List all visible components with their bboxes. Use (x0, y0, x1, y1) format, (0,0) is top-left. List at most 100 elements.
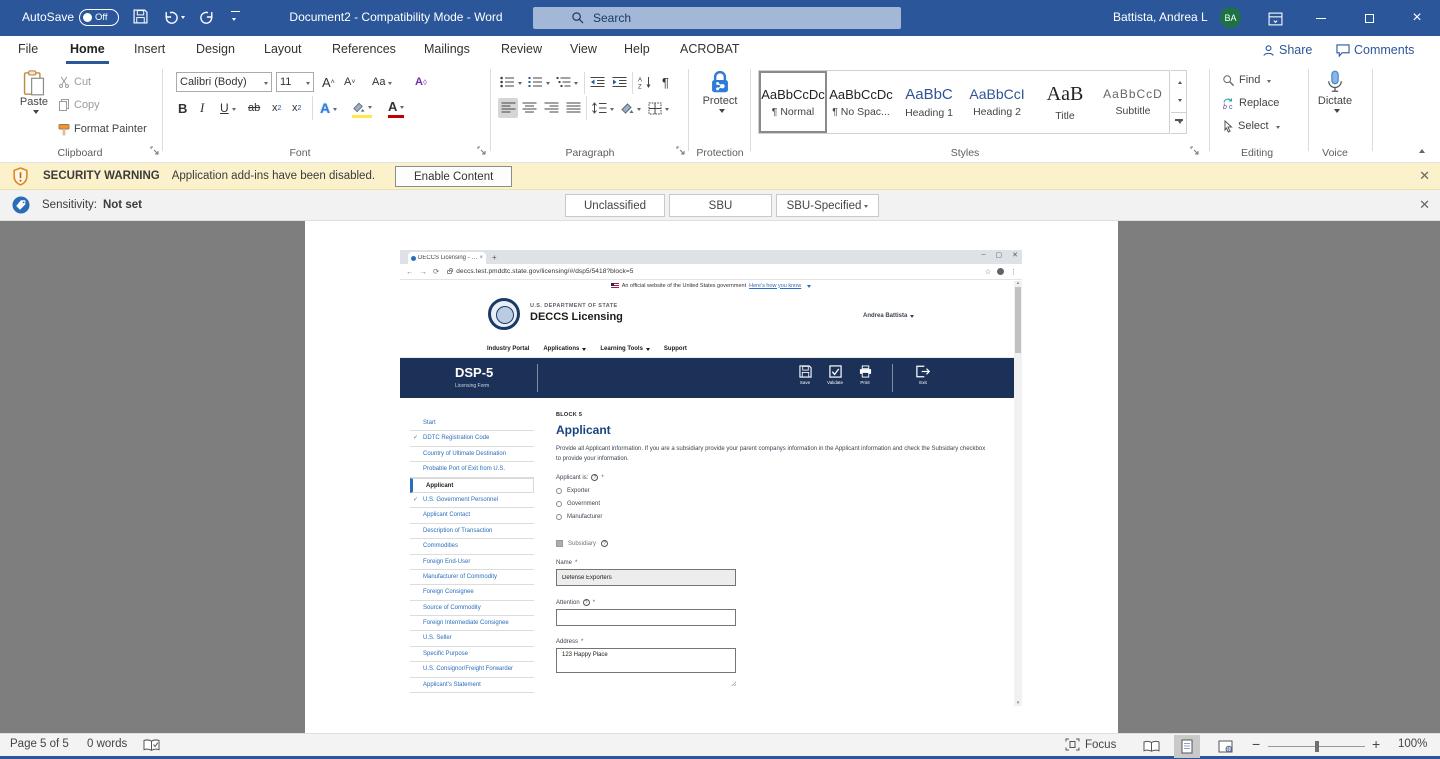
tab-references[interactable]: References (328, 36, 400, 64)
sensitivity-sbu-specified-button[interactable]: SBU-Specified (776, 194, 879, 217)
tab-layout[interactable]: Layout (260, 36, 306, 64)
help-icon[interactable] (601, 540, 608, 547)
section-probable-port-of-exit[interactable]: ✓Probable Port of Exit from U.S. (410, 462, 534, 477)
close-button[interactable]: × (1400, 0, 1434, 36)
style-heading-2[interactable]: AaBbCcIHeading 2 (963, 71, 1031, 133)
underline-button[interactable]: U (220, 98, 236, 118)
collapse-ribbon-button[interactable] (1419, 146, 1425, 153)
sort-button[interactable] (638, 72, 652, 92)
avatar[interactable]: BA (1220, 7, 1241, 28)
paste-button[interactable]: Paste (14, 70, 54, 115)
radio-icon[interactable] (556, 501, 562, 507)
sensitivity-unclassified-button[interactable]: Unclassified (565, 194, 665, 217)
dictate-dropdown-caret[interactable] (1334, 109, 1340, 116)
tab-review[interactable]: Review (497, 36, 546, 64)
back-icon[interactable]: ← (406, 267, 414, 276)
tab-file[interactable]: File (14, 36, 42, 64)
zoom-slider-thumb[interactable] (1315, 741, 1319, 752)
style-title[interactable]: AaBTitle (1031, 71, 1099, 133)
tab-mailings[interactable]: Mailings (420, 36, 474, 64)
font-dialog-launcher[interactable] (477, 146, 486, 155)
text-highlight-button[interactable] (352, 98, 372, 118)
close-warning-icon[interactable]: ✕ (1419, 168, 1430, 184)
browser-scrollbar[interactable]: ▴ ▾ (1014, 281, 1022, 706)
radio-government[interactable]: Government (556, 501, 996, 507)
new-tab-button[interactable]: + (492, 253, 497, 262)
section-source-of-commodity[interactable]: ✓Source of Commodity (410, 601, 534, 616)
reload-icon[interactable]: ⟳ (433, 267, 439, 276)
tab-view[interactable]: View (566, 36, 601, 64)
decrease-indent-button[interactable] (590, 72, 605, 92)
section-applicants-statement[interactable]: ✓Applicant's Statement (410, 678, 534, 693)
user-name[interactable]: Battista, Andrea L (1113, 10, 1208, 24)
page-indicator[interactable]: Page 5 of 5 (10, 738, 69, 750)
styles-scroll-down-button[interactable] (1171, 91, 1186, 111)
share-button[interactable]: Share (1262, 39, 1312, 61)
validate-form-button[interactable]: Validate (820, 365, 850, 385)
radio-icon[interactable] (556, 514, 562, 520)
section-country-of-ultimate-destination[interactable]: ✓Country of Ultimate Destination (410, 447, 534, 462)
styles-more-button[interactable] (1171, 112, 1186, 133)
zoom-in-button[interactable]: + (1372, 736, 1380, 752)
forward-icon[interactable]: → (420, 267, 428, 276)
nav-support[interactable]: Support (664, 346, 687, 352)
minimize-button[interactable] (1304, 0, 1338, 36)
help-icon[interactable] (591, 474, 598, 481)
print-form-button[interactable]: Print (850, 365, 880, 385)
scroll-up-icon[interactable]: ▴ (1015, 281, 1021, 286)
textarea-resize-grip[interactable] (731, 681, 736, 686)
close-sensitivity-icon[interactable]: ✕ (1419, 197, 1430, 213)
undo-dropdown-caret[interactable] (181, 16, 185, 21)
paste-dropdown-caret[interactable] (33, 110, 39, 117)
section-ddtc-registration-code[interactable]: ✓DDTC Registration Code (410, 431, 534, 446)
tab-help[interactable]: Help (620, 36, 654, 64)
section-specific-purpose[interactable]: ✓Specific Purpose (410, 647, 534, 662)
increase-indent-button[interactable] (612, 72, 627, 92)
section-commodities[interactable]: ✓Commodities (410, 539, 534, 554)
style-heading-1[interactable]: AaBbCHeading 1 (895, 71, 963, 133)
clipboard-dialog-launcher[interactable] (150, 146, 159, 155)
autosave-toggle[interactable]: Off (79, 9, 119, 26)
search-input[interactable]: Search (533, 7, 901, 29)
proofing-icon[interactable] (143, 739, 160, 752)
redo-button[interactable] (200, 8, 216, 26)
radio-exporter[interactable]: Exporter (556, 488, 996, 494)
zoom-level[interactable]: 100% (1398, 738, 1427, 750)
embedded-screenshot[interactable]: DECCS Licensing - U.S. Departm × + – ▢ ✕… (400, 250, 1022, 706)
word-count[interactable]: 0 words (87, 738, 127, 750)
nav-learning-tools[interactable]: Learning Tools (600, 346, 650, 352)
borders-button[interactable] (648, 98, 669, 118)
name-input[interactable] (556, 569, 736, 586)
font-size-select[interactable]: 11 (276, 72, 314, 92)
save-form-button[interactable]: Save (790, 365, 820, 385)
heres-how-you-know-link[interactable]: Here's how you know (749, 283, 801, 289)
section-us-consignor-freight-forwarder[interactable]: ✓U.S. Consignor/Freight Forwarder (410, 662, 534, 677)
show-hide-marks-button[interactable]: ¶ (662, 72, 669, 92)
section-us-seller[interactable]: ✓U.S. Seller (410, 631, 534, 646)
strikethrough-button[interactable]: ab (248, 98, 260, 118)
zoom-out-button[interactable]: − (1252, 736, 1260, 752)
exit-form-button[interactable]: Exit (908, 365, 938, 385)
line-spacing-button[interactable] (592, 98, 614, 118)
address-textarea[interactable]: 123 Happy Place (556, 648, 736, 673)
browser-minimize-icon[interactable]: – (982, 251, 986, 259)
browser-menu-icon[interactable]: ⋮ (1010, 268, 1017, 276)
help-icon[interactable] (583, 599, 590, 606)
print-layout-button[interactable] (1174, 735, 1200, 758)
shading-button[interactable] (620, 98, 641, 118)
section-applicant-contact[interactable]: ✓Applicant Contact (410, 508, 534, 523)
tab-close-icon[interactable]: × (479, 255, 483, 261)
tab-home[interactable]: Home (66, 36, 109, 64)
save-button[interactable] (133, 8, 148, 26)
section-description-of-transaction[interactable]: ✓Description of Transaction (410, 524, 534, 539)
scroll-down-icon[interactable]: ▾ (1015, 701, 1021, 706)
ribbon-display-options-button[interactable] (1268, 10, 1283, 28)
undo-button[interactable] (162, 8, 185, 26)
enable-content-button[interactable]: Enable Content (395, 166, 512, 187)
section-start[interactable]: ✓Start (410, 416, 534, 431)
radio-manufacturer[interactable]: Manufacturer (556, 514, 996, 520)
superscript-button[interactable]: x2 (292, 98, 301, 118)
numbering-button[interactable] (528, 72, 550, 92)
justify-button[interactable] (566, 98, 581, 118)
italic-button[interactable]: I (200, 98, 204, 118)
